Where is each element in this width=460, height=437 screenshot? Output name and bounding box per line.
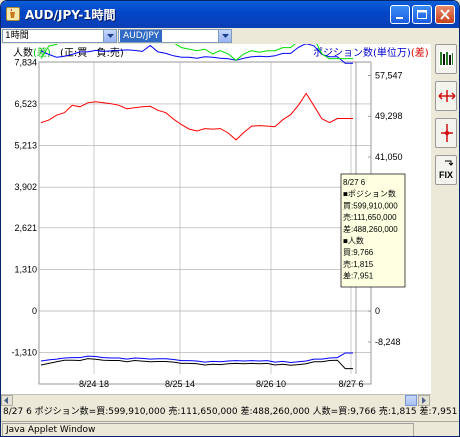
applet-window: AUD/JPY-1時間 1時間 AUD/JPY 人数(差) (正:買 負:売) … xyxy=(0,0,460,437)
tooltip-line: 差:488,260,000 xyxy=(343,224,398,234)
series-line-ポジション数-買 xyxy=(40,44,353,64)
fix-button[interactable]: FIX xyxy=(435,155,457,185)
x-tick-label: 8/27 6 xyxy=(338,379,363,389)
right-tick-label: 57,547 xyxy=(375,70,403,80)
close-icon xyxy=(440,9,450,20)
candle-chart-icon xyxy=(439,51,454,67)
maximize-icon xyxy=(417,10,427,19)
currency-pair-select[interactable]: AUD/JPY xyxy=(118,29,232,43)
x-tick-label: 8/26 10 xyxy=(256,379,286,389)
horizontal-cursor-button[interactable] xyxy=(435,81,457,111)
right-tick-label: 0 xyxy=(375,306,380,316)
right-tick-label: 41,050 xyxy=(375,152,403,162)
tooltip-line: ■ポジション数 xyxy=(343,189,396,199)
tooltip-line: ■人数 xyxy=(343,236,364,246)
tooltip-line: 8/27 6 xyxy=(343,178,366,187)
left-tick-label: 2,621 xyxy=(14,223,37,233)
scroll-left-button[interactable] xyxy=(1,395,13,406)
toolbar: 1時間 AUD/JPY xyxy=(1,28,459,43)
left-tick-label: 0 xyxy=(32,306,37,316)
title-bar[interactable]: AUD/JPY-1時間 xyxy=(1,1,459,28)
vertical-cursor-button[interactable] xyxy=(435,118,457,148)
scrollbar-thumb[interactable] xyxy=(405,395,417,406)
tooltip-line: 売:1,815 xyxy=(343,259,374,269)
java-cup-icon xyxy=(6,7,20,21)
horizontal-cross-icon xyxy=(438,90,456,102)
series-line-ポジション数-差 xyxy=(40,92,353,141)
plot-border xyxy=(38,61,372,385)
tooltip-line: 買:599,910,000 xyxy=(343,201,398,210)
period-select[interactable]: 1時間 xyxy=(2,29,117,43)
period-select-value: 1時間 xyxy=(5,31,29,41)
fix-icon: FIX xyxy=(439,160,454,180)
status-bar: 8/27 6 ポジション数=買:599,910,000 売:111,650,00… xyxy=(1,406,459,420)
chevron-right-icon xyxy=(422,397,426,404)
minimize-icon xyxy=(396,17,403,19)
currency-pair-value: AUD/JPY xyxy=(120,30,163,42)
svg-text:FIX: FIX xyxy=(439,170,453,180)
horizontal-scrollbar[interactable] xyxy=(1,394,431,406)
chart-tool-sidebar: FIX xyxy=(432,44,459,406)
scroll-right-button[interactable] xyxy=(418,395,430,406)
series-line-人数-売 xyxy=(40,358,353,370)
left-tick-label: 6,523 xyxy=(14,99,37,109)
applet-footer: Java Applet Window xyxy=(1,421,459,436)
applet-footer-label: Java Applet Window xyxy=(2,423,414,436)
position-chart[interactable]: 10,4269,1457,8346,5235,2133,9022,6211,31… xyxy=(1,44,431,394)
close-button[interactable] xyxy=(435,5,455,24)
tooltip-line: 買:9,766 xyxy=(343,248,374,257)
right-tick-label: -8,248 xyxy=(375,337,401,347)
maximize-button[interactable] xyxy=(412,5,432,24)
right-tick-label: 49,298 xyxy=(375,111,403,121)
left-tick-label: 7,834 xyxy=(14,57,37,67)
vertical-cross-icon xyxy=(441,124,453,142)
left-tick-label: 5,213 xyxy=(14,141,37,151)
x-tick-label: 8/25 14 xyxy=(165,379,195,389)
chevron-down-icon[interactable] xyxy=(218,30,231,42)
tooltip-line: 差:7,951 xyxy=(343,271,374,281)
minimize-button[interactable] xyxy=(390,5,410,24)
chart-area[interactable]: 人数(差) (正:買 負:売) ポジション数(単位万)(差) 10,4269,1… xyxy=(1,44,431,406)
left-tick-label: 3,902 xyxy=(14,182,37,192)
x-tick-label: 8/24 18 xyxy=(79,379,109,389)
candle-chart-button[interactable] xyxy=(435,44,457,74)
tooltip-line: 売:111,650,000 xyxy=(343,212,397,222)
series-line-ポジション数-売 xyxy=(40,352,353,364)
window-title: AUD/JPY-1時間 xyxy=(25,8,116,22)
left-tick-label: -1,310 xyxy=(11,348,37,358)
chevron-down-icon[interactable] xyxy=(103,30,116,42)
chevron-left-icon xyxy=(4,397,8,404)
left-tick-label: 1,310 xyxy=(14,264,37,274)
